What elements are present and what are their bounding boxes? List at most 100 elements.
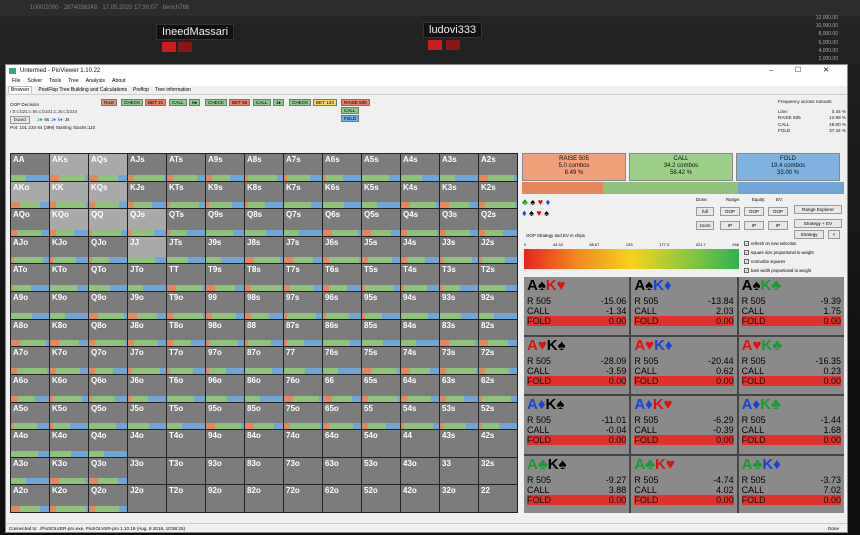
hand-cell[interactable]: 62s [479, 374, 517, 402]
nav-node[interactable]: CALL [341, 107, 359, 114]
hand-cell[interactable]: 42s [479, 430, 517, 457]
hand-cell[interactable]: T7s [284, 264, 322, 292]
hand-cell[interactable]: K4s [401, 181, 439, 209]
hand-cell[interactable]: 76s [323, 347, 361, 374]
hand-cell[interactable]: 93o [206, 457, 244, 485]
hand-cell[interactable]: A5s [362, 154, 400, 181]
control-button[interactable]: OOP [720, 207, 740, 216]
combo-cell[interactable]: A♠K♦ R 505 -13.84 CALL 2.03 FOLD 0.00 [631, 277, 737, 335]
combo-cell[interactable]: A♦K♣ R 505 -1.44 CALL 1.68 FOLD 0.00 [738, 396, 844, 454]
window-controls[interactable]: – ☐ ✕ [769, 65, 839, 77]
hand-cell[interactable]: QJs [128, 209, 166, 236]
hand-cell[interactable]: K5s [362, 181, 400, 209]
hand-cell[interactable]: 88 [245, 319, 283, 347]
hand-cell[interactable]: J5s [362, 236, 400, 264]
control-button[interactable]: full [696, 207, 714, 216]
hand-cell[interactable]: 96s [323, 292, 361, 319]
control-button[interactable]: OOP [768, 207, 788, 216]
hand-cell[interactable]: Q8o [89, 319, 127, 347]
hand-cell[interactable]: A7s [284, 154, 322, 181]
hand-cell[interactable]: 98s [245, 292, 283, 319]
hand-cell[interactable]: T3s [440, 264, 478, 292]
hand-cell[interactable]: K7o [50, 347, 88, 374]
suit-filter[interactable]: ♣ ♠ ♥ ♦ ♦ ♠ ♥ ♠ [522, 197, 550, 219]
hand-cell[interactable]: 93s [440, 292, 478, 319]
nav-node[interactable]: BET 66 [229, 99, 251, 106]
nav-node[interactable]: CALL [253, 99, 271, 106]
hand-cell[interactable]: A4o [11, 430, 49, 457]
hand-cell[interactable]: AA [11, 154, 49, 181]
hand-cell[interactable]: Q4s [401, 209, 439, 236]
hand-cell[interactable]: T5o [167, 402, 205, 430]
hand-cell[interactable]: A4s [401, 154, 439, 181]
menu-about[interactable]: About [112, 78, 126, 84]
control-button[interactable]: < [828, 230, 840, 239]
hand-cell[interactable]: 94s [401, 292, 439, 319]
hand-cell[interactable]: J6o [128, 374, 166, 402]
action-box-call[interactable]: CALL 34.2 combos 58.42 % [629, 153, 733, 181]
hand-cell[interactable]: K9o [50, 292, 88, 319]
hand-cell[interactable]: AJs [128, 154, 166, 181]
hand-cell[interactable]: T8o [167, 319, 205, 347]
nav-node[interactable]: BET 133 [313, 99, 337, 106]
action-box-raise-505[interactable]: RAISE 505 5.0 combos 8.49 % [522, 153, 626, 181]
combo-cell[interactable]: A♠K♣ R 505 -9.39 CALL 1.75 FOLD 0.00 [738, 277, 844, 335]
hand-cell[interactable]: 66 [323, 374, 361, 402]
hand-cell[interactable]: A5o [11, 402, 49, 430]
hand-cell[interactable]: Q9o [89, 292, 127, 319]
option-checkbox[interactable]: ✓ [744, 241, 749, 247]
hand-cell[interactable]: T2s [479, 264, 517, 292]
hand-cell[interactable]: AJo [11, 236, 49, 264]
hand-cell[interactable]: A3s [440, 154, 478, 181]
option-checkbox[interactable]: ✓ [744, 268, 749, 274]
hand-cell[interactable]: J3s [440, 236, 478, 264]
hand-cell[interactable]: 92o [206, 485, 244, 512]
control-button[interactable]: IP [768, 221, 788, 230]
hand-cell[interactable]: 52s [479, 402, 517, 430]
hand-cell[interactable]: A2s [479, 154, 517, 181]
hand-cell[interactable]: 97s [284, 292, 322, 319]
hand-cell[interactable]: 86s [323, 319, 361, 347]
hand-cell[interactable]: 98o [206, 319, 244, 347]
menu-solver[interactable]: Solver [27, 78, 42, 84]
hand-cell[interactable]: J6s [323, 236, 361, 264]
hand-cell[interactable]: KJs [128, 181, 166, 209]
hand-cell[interactable]: A8o [11, 319, 49, 347]
hand-cell[interactable]: KJo [50, 236, 88, 264]
hand-cell[interactable]: 83s [440, 319, 478, 347]
hand-cell[interactable]: 33 [440, 457, 478, 485]
hand-cell[interactable]: 54o [362, 430, 400, 457]
hand-cell[interactable]: 73s [440, 347, 478, 374]
hand-cell[interactable]: 65o [323, 402, 361, 430]
hand-cell[interactable]: JJ [128, 236, 166, 264]
nav-node[interactable]: CHECK [121, 99, 144, 106]
hand-cell[interactable]: 82o [245, 485, 283, 512]
hand-cell[interactable]: 85s [362, 319, 400, 347]
menu-analysis[interactable]: Analysis [86, 78, 105, 84]
control-button[interactable]: OOP [744, 207, 764, 216]
hand-cell[interactable]: 76o [284, 374, 322, 402]
combo-cell[interactable]: A♥K♦ R 505 -20.44 CALL 0.62 FOLD 0.00 [631, 336, 737, 394]
hand-cell[interactable]: 74s [401, 347, 439, 374]
hand-cell[interactable]: 53o [362, 457, 400, 485]
board-button[interactable]: board [10, 116, 30, 124]
hand-cell[interactable]: 32s [479, 457, 517, 485]
hand-cell[interactable]: QTs [167, 209, 205, 236]
hand-cell[interactable]: A8s [245, 154, 283, 181]
hand-cell[interactable]: KQo [50, 209, 88, 236]
hand-cell[interactable]: 87o [245, 347, 283, 374]
hand-cell[interactable]: T4o [167, 430, 205, 457]
hand-cell[interactable]: K2o [50, 485, 88, 512]
hand-cell[interactable]: J8o [128, 319, 166, 347]
tab-3[interactable]: Tree information [155, 87, 191, 93]
hand-cell[interactable]: Q9s [206, 209, 244, 236]
hand-cell[interactable]: A3o [11, 457, 49, 485]
hand-cell[interactable]: AQs [89, 154, 127, 181]
tab-1[interactable]: PostFlop Tree Building and Calculations [38, 87, 127, 93]
hand-cell[interactable]: 63s [440, 374, 478, 402]
hand-cell[interactable]: Q6o [89, 374, 127, 402]
control-button[interactable]: Strategy [794, 230, 824, 239]
hand-cell[interactable]: AKs [50, 154, 88, 181]
menu-tree[interactable]: Tree [68, 78, 78, 84]
combo-cell[interactable]: A♥K♠ R 505 -28.09 CALL -3.59 FOLD 0.00 [524, 336, 630, 394]
